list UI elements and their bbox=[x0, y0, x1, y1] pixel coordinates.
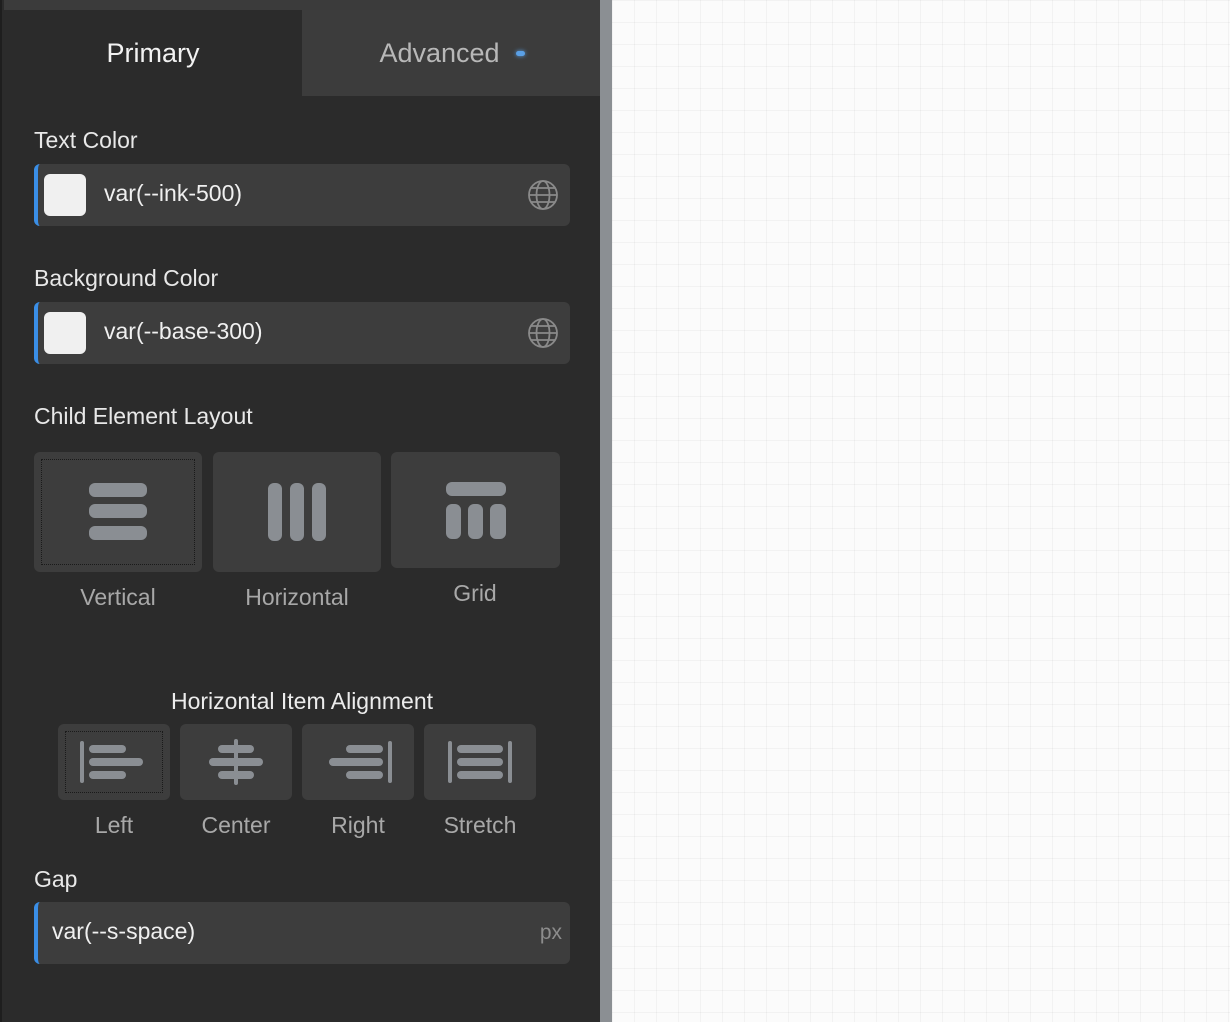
layout-label: Child Element Layout bbox=[34, 403, 253, 429]
align-center-label: Center bbox=[201, 812, 271, 838]
align-left-label: Left bbox=[94, 812, 134, 838]
align-right-label: Right bbox=[331, 812, 385, 838]
background-color-label: Background Color bbox=[34, 265, 219, 291]
text-color-label: Text Color bbox=[34, 127, 138, 153]
text-color-value[interactable]: var(--ink-500) bbox=[104, 180, 242, 207]
tab-primary-label: Primary bbox=[106, 37, 200, 68]
align-stretch-button[interactable] bbox=[424, 724, 536, 800]
text-color-swatch[interactable] bbox=[44, 174, 86, 216]
properties-panel: Primary Advanced Text Color var(--ink-50… bbox=[0, 0, 602, 1022]
design-canvas[interactable] bbox=[612, 0, 1230, 1022]
tab-advanced-label: Advanced bbox=[379, 37, 500, 68]
layout-horizontal-icon bbox=[268, 483, 326, 541]
align-stretch-icon bbox=[448, 741, 512, 783]
layout-vertical-button[interactable] bbox=[34, 452, 202, 572]
align-center-button[interactable] bbox=[180, 724, 292, 800]
gap-field[interactable]: var(--s-space) px bbox=[34, 902, 570, 964]
gap-unit[interactable]: px bbox=[540, 921, 562, 945]
align-right-button[interactable] bbox=[302, 724, 414, 800]
text-color-field[interactable]: var(--ink-500) bbox=[34, 164, 570, 226]
background-color-swatch[interactable] bbox=[44, 312, 86, 354]
globe-icon[interactable] bbox=[526, 316, 560, 350]
alignment-title: Horizontal Item Alignment bbox=[170, 688, 434, 714]
tab-primary[interactable]: Primary bbox=[4, 10, 302, 96]
background-color-field[interactable]: var(--base-300) bbox=[34, 302, 570, 364]
layout-grid-button[interactable] bbox=[391, 452, 560, 568]
gap-value[interactable]: var(--s-space) bbox=[52, 918, 195, 945]
align-center-icon bbox=[209, 739, 263, 785]
align-left-icon bbox=[80, 741, 143, 783]
align-left-button[interactable] bbox=[58, 724, 170, 800]
layout-vertical-icon bbox=[89, 483, 147, 540]
tab-advanced[interactable]: Advanced bbox=[302, 10, 602, 96]
layout-vertical-label: Vertical bbox=[80, 584, 156, 610]
gap-label: Gap bbox=[34, 866, 78, 892]
align-stretch-label: Stretch bbox=[443, 812, 517, 838]
panel-top-strip bbox=[4, 0, 602, 10]
globe-icon[interactable] bbox=[526, 178, 560, 212]
align-right-icon bbox=[329, 741, 392, 783]
background-color-value[interactable]: var(--base-300) bbox=[104, 318, 263, 345]
layout-grid-label: Grid bbox=[453, 580, 497, 606]
layout-horizontal-label: Horizontal bbox=[245, 584, 349, 610]
layout-grid-icon bbox=[446, 482, 506, 539]
layout-horizontal-button[interactable] bbox=[213, 452, 381, 572]
panel-resize-handle[interactable] bbox=[600, 0, 612, 1022]
tab-indicator-dot bbox=[515, 50, 525, 56]
